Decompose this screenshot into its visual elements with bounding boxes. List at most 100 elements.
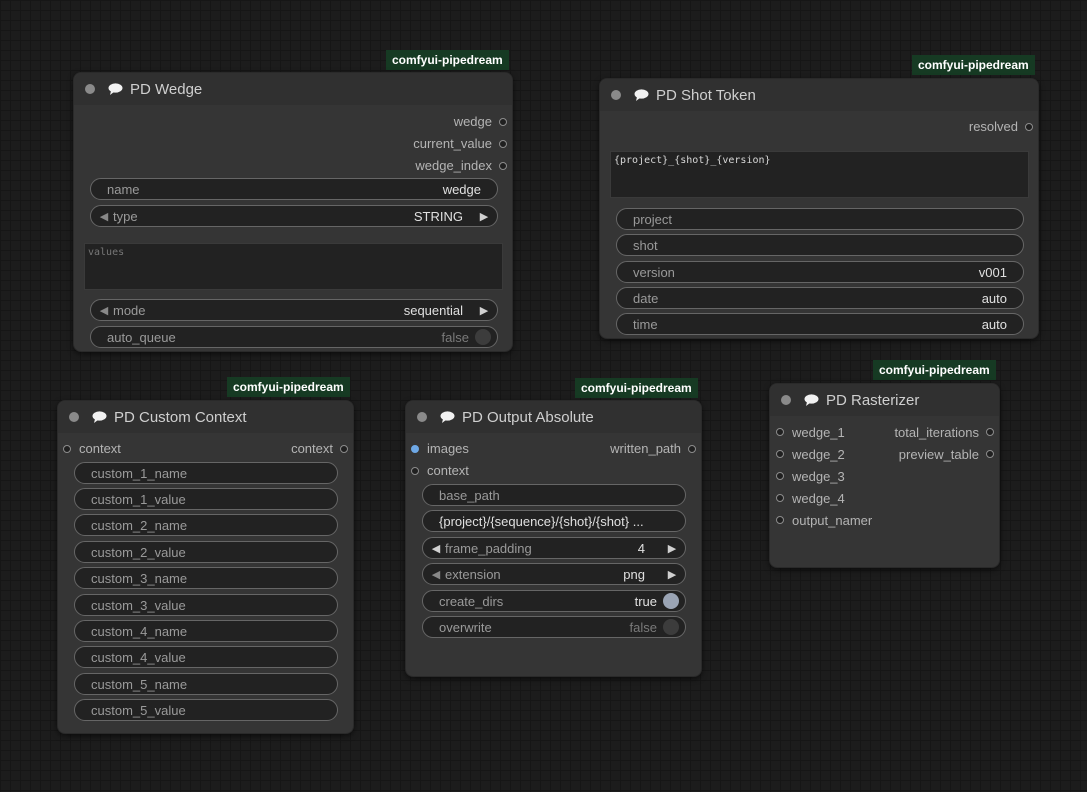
custom-5-name-field[interactable]: custom_5_name — [74, 673, 338, 695]
output-slot[interactable] — [499, 118, 507, 126]
output-slot[interactable] — [986, 450, 994, 458]
version-field[interactable]: version v001 — [616, 261, 1024, 283]
base-path-field[interactable]: base_path — [422, 484, 686, 506]
custom-3-name-field[interactable]: custom_3_name — [74, 567, 338, 589]
input-wedge-4: wedge_4 — [792, 491, 845, 506]
node-header[interactable]: PD Custom Context — [58, 401, 353, 433]
arrow-right-icon[interactable]: ▶ — [477, 304, 491, 317]
input-slot[interactable] — [411, 467, 419, 475]
node-header[interactable]: PD Shot Token — [600, 79, 1038, 111]
path-template-field[interactable]: {project}/{sequence}/{shot}/{shot} ... — [422, 510, 686, 532]
arrow-right-icon[interactable]: ▶ — [665, 568, 679, 581]
collapse-dot-icon[interactable] — [781, 395, 791, 405]
output-context: context — [291, 441, 333, 456]
node-source-badge: comfyui-pipedream — [912, 55, 1035, 75]
shot-field[interactable]: shot — [616, 234, 1024, 256]
output-slot[interactable] — [688, 445, 696, 453]
node-header[interactable]: PD Output Absolute — [406, 401, 701, 433]
frame-padding-stepper[interactable]: ◀ frame_padding 4 ▶ — [422, 537, 686, 559]
arrow-left-icon[interactable]: ◀ — [429, 568, 443, 581]
arrow-left-icon[interactable]: ◀ — [97, 210, 111, 223]
node-pd-wedge[interactable]: PD Wedge wedge current_value wedge_index… — [73, 72, 513, 352]
custom-4-name-field[interactable]: custom_4_name — [74, 620, 338, 642]
input-slot[interactable] — [776, 516, 784, 524]
toggle-knob-icon — [663, 619, 679, 635]
custom-2-value-field[interactable]: custom_2_value — [74, 541, 338, 563]
input-slot[interactable] — [776, 494, 784, 502]
type-select[interactable]: ◀ type STRING ▶ — [90, 205, 498, 227]
node-source-badge: comfyui-pipedream — [386, 50, 509, 70]
node-source-badge: comfyui-pipedream — [227, 377, 350, 397]
values-textarea[interactable]: values — [84, 243, 503, 290]
input-slot[interactable] — [63, 445, 71, 453]
output-resolved: resolved — [968, 119, 1018, 134]
output-slot[interactable] — [1025, 123, 1033, 131]
node-source-badge: comfyui-pipedream — [873, 360, 996, 380]
arrow-left-icon[interactable]: ◀ — [97, 304, 111, 317]
node-title: PD Output Absolute — [462, 408, 594, 426]
custom-4-value-field[interactable]: custom_4_value — [74, 646, 338, 668]
node-title: PD Wedge — [130, 80, 203, 98]
collapse-dot-icon[interactable] — [69, 412, 79, 422]
input-context: context — [79, 441, 121, 456]
overwrite-toggle[interactable]: overwrite false — [422, 616, 686, 638]
name-field[interactable]: name wedge — [90, 178, 498, 200]
extension-select[interactable]: ◀ extension png ▶ — [422, 563, 686, 585]
input-slot-connected[interactable] — [411, 445, 419, 453]
node-pd-shot-token[interactable]: PD Shot Token resolved {project}_{shot}_… — [599, 78, 1039, 339]
input-slot[interactable] — [776, 428, 784, 436]
speech-bubble-icon — [92, 411, 107, 423]
arrow-right-icon[interactable]: ▶ — [665, 542, 679, 555]
project-field[interactable]: project — [616, 208, 1024, 230]
node-header[interactable]: PD Rasterizer — [770, 384, 999, 416]
toggle-knob-icon — [475, 329, 491, 345]
template-textarea[interactable]: {project}_{shot}_{version} — [610, 151, 1029, 198]
speech-bubble-icon — [440, 411, 455, 423]
collapse-dot-icon[interactable] — [417, 412, 427, 422]
toggle-knob-icon — [663, 593, 679, 609]
node-title: PD Shot Token — [656, 86, 756, 104]
arrow-right-icon[interactable]: ▶ — [477, 210, 491, 223]
node-header[interactable]: PD Wedge — [74, 73, 512, 105]
custom-1-name-field[interactable]: custom_1_name — [74, 462, 338, 484]
input-wedge-1: wedge_1 — [792, 425, 845, 440]
input-wedge-2: wedge_2 — [792, 447, 845, 462]
custom-5-value-field[interactable]: custom_5_value — [74, 699, 338, 721]
input-output-namer: output_namer — [792, 513, 873, 528]
input-wedge-3: wedge_3 — [792, 469, 845, 484]
input-slot[interactable] — [776, 472, 784, 480]
output-slot[interactable] — [499, 162, 507, 170]
output-preview-table: preview_table — [898, 447, 979, 462]
node-title: PD Custom Context — [114, 408, 247, 426]
mode-select[interactable]: ◀ mode sequential ▶ — [90, 299, 498, 321]
output-slot[interactable] — [986, 428, 994, 436]
speech-bubble-icon — [108, 83, 123, 95]
input-images: images — [427, 441, 469, 456]
node-title: PD Rasterizer — [826, 391, 920, 409]
custom-3-value-field[interactable]: custom_3_value — [74, 594, 338, 616]
collapse-dot-icon[interactable] — [611, 90, 621, 100]
output-slot[interactable] — [499, 140, 507, 148]
input-context: context — [427, 463, 469, 478]
arrow-left-icon[interactable]: ◀ — [429, 542, 443, 555]
custom-2-name-field[interactable]: custom_2_name — [74, 514, 338, 536]
output-wedge-index: wedge_index — [415, 158, 492, 173]
node-pd-output-absolute[interactable]: PD Output Absolute images written_path c… — [405, 400, 702, 677]
output-written-path: written_path — [610, 441, 681, 456]
node-pd-rasterizer[interactable]: PD Rasterizer wedge_1 wedge_2 wedge_3 we… — [769, 383, 1000, 568]
speech-bubble-icon — [634, 89, 649, 101]
auto-queue-toggle[interactable]: auto_queue false — [90, 326, 498, 348]
node-pd-custom-context[interactable]: PD Custom Context context context custom… — [57, 400, 354, 734]
custom-1-value-field[interactable]: custom_1_value — [74, 488, 338, 510]
date-field[interactable]: date auto — [616, 287, 1024, 309]
create-dirs-toggle[interactable]: create_dirs true — [422, 590, 686, 612]
time-field[interactable]: time auto — [616, 313, 1024, 335]
output-slot[interactable] — [340, 445, 348, 453]
speech-bubble-icon — [804, 394, 819, 406]
node-source-badge: comfyui-pipedream — [575, 378, 698, 398]
collapse-dot-icon[interactable] — [85, 84, 95, 94]
input-slot[interactable] — [776, 450, 784, 458]
output-wedge: wedge — [453, 114, 492, 129]
output-total-iterations: total_iterations — [894, 425, 979, 440]
output-current-value: current_value — [413, 136, 492, 151]
